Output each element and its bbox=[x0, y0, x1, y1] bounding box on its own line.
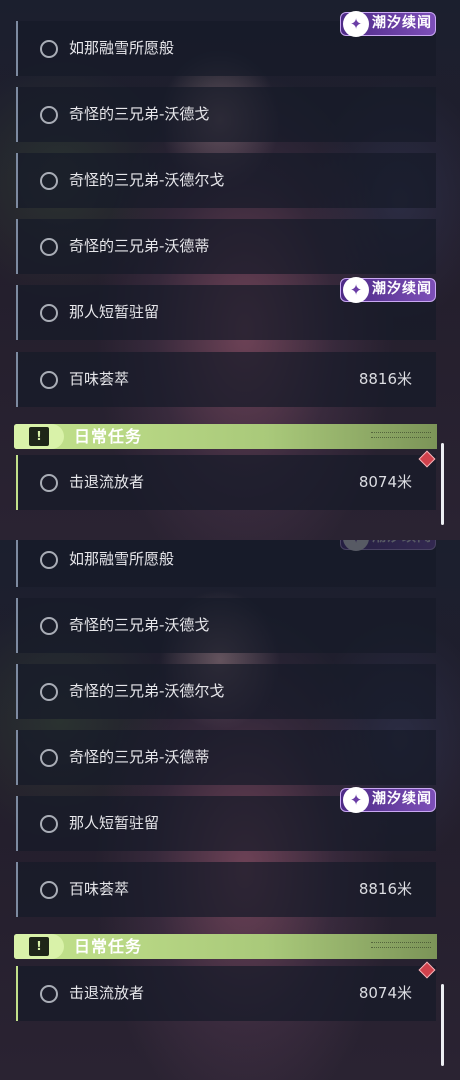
quest-panel-bottom: ✦ 潮汐续闻 如那融雪所愿般 奇怪的三兄弟-沃德戈 奇怪的三兄弟-沃德尔戈 奇怪… bbox=[0, 540, 460, 1080]
quest-circle-icon bbox=[40, 105, 58, 124]
section-title: 日常任务 bbox=[74, 937, 143, 956]
quest-title: 如那融雪所愿般 bbox=[69, 39, 175, 57]
tide-news-badge: ✦ 潮汐续闻 bbox=[340, 277, 436, 303]
quest-circle-icon bbox=[40, 473, 58, 492]
quest-row-wodeerge[interactable]: 奇怪的三兄弟-沃德尔戈 bbox=[16, 153, 436, 208]
quest-title: 奇怪的三兄弟-沃德蒂 bbox=[69, 237, 210, 255]
quest-distance: 8816米 bbox=[358, 370, 412, 388]
tide-logo-icon: ✦ bbox=[343, 787, 369, 813]
quest-title: 那人短暂驻留 bbox=[69, 303, 160, 321]
scrollbar-thumb[interactable] bbox=[441, 984, 444, 1066]
section-icon-box: ! bbox=[14, 934, 64, 959]
section-decoration bbox=[371, 432, 431, 438]
exclamation-icon: ! bbox=[29, 427, 49, 446]
badge-label: 潮汐续闻 bbox=[372, 15, 432, 31]
quest-title: 百味荟萃 bbox=[69, 370, 130, 388]
scrollbar-thumb[interactable] bbox=[441, 443, 444, 525]
quest-circle-icon bbox=[40, 616, 58, 635]
quest-distance: 8074米 bbox=[358, 473, 412, 491]
quest-title: 奇怪的三兄弟-沃德蒂 bbox=[69, 748, 210, 766]
quest-row-jitui[interactable]: 击退流放者 8074米 bbox=[16, 966, 436, 1021]
daily-section-header[interactable]: ! 日常任务 bbox=[14, 424, 437, 449]
quest-title: 奇怪的三兄弟-沃德戈 bbox=[69, 616, 210, 634]
quest-row-jitui[interactable]: 击退流放者 8074米 bbox=[16, 455, 436, 510]
tide-news-badge: ✦ 潮汐续闻 bbox=[340, 11, 436, 37]
section-title: 日常任务 bbox=[74, 427, 143, 446]
badge-label: 潮汐续闻 bbox=[372, 791, 432, 807]
quest-circle-icon bbox=[40, 814, 58, 833]
tide-news-badge: ✦ 潮汐续闻 bbox=[340, 787, 436, 813]
quest-title: 奇怪的三兄弟-沃德尔戈 bbox=[69, 171, 225, 189]
quest-row-wodege[interactable]: 奇怪的三兄弟-沃德戈 bbox=[16, 598, 436, 653]
quest-circle-icon bbox=[40, 682, 58, 701]
tide-logo-icon: ✦ bbox=[343, 11, 369, 37]
quest-row-wodedi[interactable]: 奇怪的三兄弟-沃德蒂 bbox=[16, 730, 436, 785]
quest-title: 奇怪的三兄弟-沃德尔戈 bbox=[69, 682, 225, 700]
quest-circle-icon bbox=[40, 303, 58, 322]
quest-row-baiwei[interactable]: 百味荟萃 8816米 bbox=[16, 862, 436, 917]
quest-title: 如那融雪所愿般 bbox=[69, 550, 175, 568]
daily-section-header[interactable]: ! 日常任务 bbox=[14, 934, 437, 959]
quest-row-wodedi[interactable]: 奇怪的三兄弟-沃德蒂 bbox=[16, 219, 436, 274]
quest-circle-icon bbox=[40, 370, 58, 389]
quest-circle-icon bbox=[40, 171, 58, 190]
exclamation-icon: ! bbox=[29, 937, 49, 956]
quest-title: 击退流放者 bbox=[69, 473, 145, 491]
quest-circle-icon bbox=[40, 237, 58, 256]
quest-title: 百味荟萃 bbox=[69, 880, 130, 898]
quest-title: 那人短暂驻留 bbox=[69, 814, 160, 832]
quest-circle-icon bbox=[40, 550, 58, 569]
quest-row-rongxue[interactable]: 如那融雪所愿般 bbox=[16, 540, 436, 587]
badge-label: 潮汐续闻 bbox=[372, 281, 432, 297]
quest-distance: 8816米 bbox=[358, 880, 412, 898]
quest-circle-icon bbox=[40, 984, 58, 1003]
quest-title: 击退流放者 bbox=[69, 984, 145, 1002]
tide-logo-icon: ✦ bbox=[343, 277, 369, 303]
quest-title: 奇怪的三兄弟-沃德戈 bbox=[69, 105, 210, 123]
quest-circle-icon bbox=[40, 39, 58, 58]
quest-panel-top: 如那融雪所愿般 ✦ 潮汐续闻 奇怪的三兄弟-沃德戈 奇怪的三兄弟-沃德尔戈 奇怪… bbox=[0, 0, 460, 540]
quest-circle-icon bbox=[40, 880, 58, 899]
quest-circle-icon bbox=[40, 748, 58, 767]
section-icon-box: ! bbox=[14, 424, 64, 449]
quest-row-wodege[interactable]: 奇怪的三兄弟-沃德戈 bbox=[16, 87, 436, 142]
quest-row-baiwei[interactable]: 百味荟萃 8816米 bbox=[16, 352, 436, 407]
quest-distance: 8074米 bbox=[358, 984, 412, 1002]
quest-row-wodeerge[interactable]: 奇怪的三兄弟-沃德尔戈 bbox=[16, 664, 436, 719]
section-decoration bbox=[371, 942, 431, 948]
